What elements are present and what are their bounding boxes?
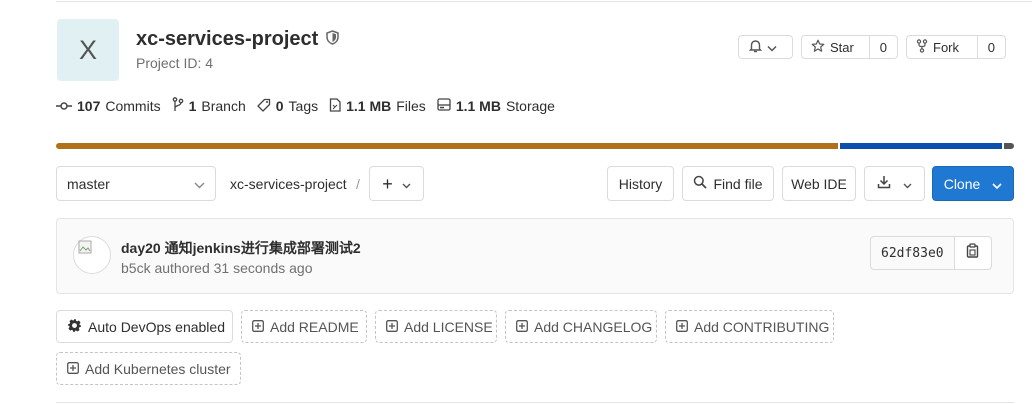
- chevron-down-icon: [903, 176, 912, 192]
- star-button[interactable]: Star 0: [801, 35, 898, 59]
- project-id: Project ID: 4: [136, 55, 214, 71]
- stat-files-value: 1.1 MB: [346, 98, 392, 114]
- chevron-down-icon: [402, 176, 411, 192]
- web-ide-button[interactable]: Web IDE: [782, 166, 856, 201]
- stat-branches-value: 1: [188, 98, 197, 114]
- shield-icon: [326, 28, 340, 51]
- download-icon: [877, 175, 891, 192]
- storage-icon: [437, 98, 451, 114]
- commit-meta: b5ck authored 31 seconds ago: [121, 260, 312, 276]
- chevron-down-icon: [767, 40, 777, 55]
- fork-icon: [916, 38, 928, 56]
- stat-branches[interactable]: 1 Branch: [172, 97, 246, 115]
- project-avatar[interactable]: X: [57, 19, 119, 81]
- chevron-down-icon: [992, 176, 1002, 192]
- file-icon: [329, 97, 341, 115]
- commit-author[interactable]: b5ck: [121, 260, 151, 276]
- plus-icon: +: [382, 173, 393, 194]
- stat-storage[interactable]: 1.1 MB Storage: [437, 97, 555, 115]
- language-segment-2[interactable]: [840, 143, 1003, 149]
- add-changelog-button[interactable]: Add CHANGELOG: [505, 310, 657, 343]
- auto-devops-button[interactable]: Auto DevOps enabled: [56, 310, 233, 343]
- add-license-label: Add LICENSE: [404, 318, 493, 335]
- history-label: History: [618, 175, 663, 192]
- plus-square-icon: [516, 319, 528, 335]
- language-segment-3[interactable]: [1004, 143, 1015, 149]
- add-contributing-label: Add CONTRIBUTING: [694, 318, 830, 335]
- top-divider: [56, 1, 1032, 2]
- stat-tags[interactable]: 0 Tags: [257, 97, 318, 115]
- web-ide-label: Web IDE: [791, 175, 847, 192]
- add-kubernetes-cluster-button[interactable]: Add Kubernetes cluster: [56, 352, 241, 385]
- commit-icon: [56, 98, 72, 114]
- stat-files-label: Files: [396, 98, 426, 114]
- broken-image-icon: [78, 240, 92, 259]
- branch-selector-label: master: [67, 175, 110, 192]
- stat-storage-value: 1.1 MB: [455, 98, 501, 114]
- project-stats: 107 Commits 1 Branch 0 Tags 1.1 MB Files…: [56, 97, 566, 115]
- star-count[interactable]: 0: [868, 36, 897, 58]
- download-dropdown[interactable]: [864, 166, 925, 201]
- last-commit: day20 通知jenkins进行集成部署测试2 b5ck authored 3…: [56, 218, 1014, 294]
- gear-icon: [67, 318, 82, 336]
- stat-tags-value: 0: [275, 98, 284, 114]
- clone-dropdown[interactable]: Clone: [932, 166, 1014, 201]
- plus-square-icon: [386, 319, 398, 335]
- branch-icon: [172, 97, 184, 115]
- fork-label: Fork: [933, 39, 959, 55]
- stat-commits-label: Commits: [105, 98, 161, 114]
- commit-message[interactable]: day20 通知jenkins进行集成部署测试2: [121, 238, 361, 258]
- stat-branches-label: Branch: [201, 98, 246, 114]
- branch-selector[interactable]: master: [56, 166, 216, 201]
- search-icon: [693, 175, 708, 192]
- plus-square-icon: [67, 361, 79, 377]
- commit-sha-group: 62df83e0: [870, 236, 992, 270]
- add-changelog-label: Add CHANGELOG: [534, 318, 653, 335]
- find-file-label: Find file: [713, 175, 763, 192]
- breadcrumb-project-path[interactable]: xc-services-project: [230, 176, 347, 192]
- stat-storage-label: Storage: [505, 98, 555, 114]
- add-to-tree-dropdown[interactable]: +: [369, 166, 424, 201]
- plus-square-icon: [252, 319, 264, 335]
- star-label: Star: [830, 39, 854, 55]
- stat-commits[interactable]: 107 Commits: [56, 97, 161, 115]
- add-kubernetes-cluster-label: Add Kubernetes cluster: [85, 360, 231, 377]
- notification-dropdown[interactable]: [738, 35, 793, 59]
- stat-tags-label: Tags: [288, 98, 319, 114]
- copy-sha-button[interactable]: [953, 237, 991, 269]
- language-segment-1[interactable]: [56, 143, 839, 149]
- fork-button[interactable]: Fork 0: [906, 35, 1006, 59]
- project-avatar-letter: X: [78, 34, 97, 65]
- repository-languages-bar: [56, 143, 1015, 149]
- add-readme-label: Add README: [270, 318, 359, 335]
- clone-label: Clone: [943, 175, 981, 192]
- find-file-button[interactable]: Find file: [682, 166, 774, 201]
- commit-sha[interactable]: 62df83e0: [871, 246, 954, 261]
- bottom-divider: [56, 402, 1014, 403]
- project-title: xc-services-project: [136, 28, 340, 51]
- chevron-down-icon: [194, 176, 205, 192]
- history-button[interactable]: History: [607, 166, 674, 201]
- commit-time: authored 31 seconds ago: [154, 260, 313, 276]
- tag-icon: [257, 98, 271, 115]
- clipboard-icon: [966, 243, 979, 263]
- stat-files[interactable]: 1.1 MB Files: [329, 97, 426, 115]
- breadcrumb-separator: /: [356, 176, 360, 192]
- plus-square-icon: [676, 319, 688, 335]
- add-license-button[interactable]: Add LICENSE: [375, 310, 497, 343]
- stat-commits-value: 107: [77, 98, 101, 114]
- auto-devops-label: Auto DevOps enabled: [88, 318, 225, 335]
- fork-count[interactable]: 0: [976, 36, 1005, 58]
- project-name[interactable]: xc-services-project: [136, 28, 318, 51]
- add-contributing-button[interactable]: Add CONTRIBUTING: [665, 310, 834, 343]
- author-avatar[interactable]: [73, 236, 111, 274]
- bell-icon: [748, 39, 763, 56]
- add-readme-button[interactable]: Add README: [241, 310, 367, 343]
- star-icon: [811, 39, 825, 56]
